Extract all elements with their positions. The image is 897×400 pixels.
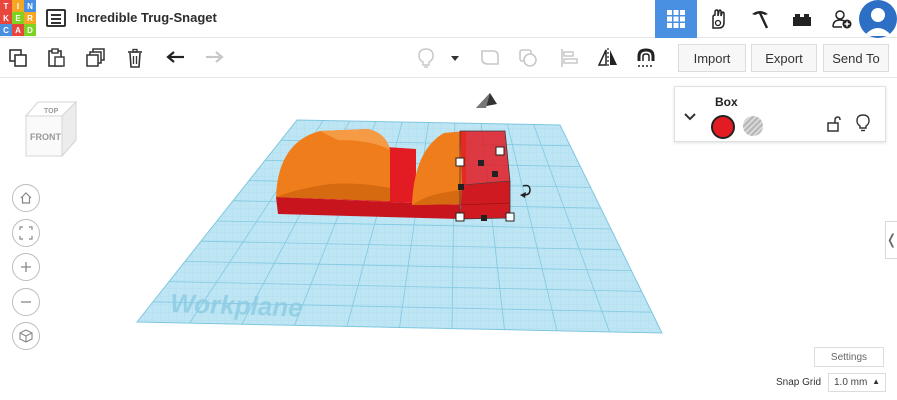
caret-up-icon: ▲ <box>872 377 880 386</box>
zoom-in-button[interactable] <box>12 253 40 281</box>
workplane-label: Workplane <box>170 288 303 323</box>
top-bar: TINKERCAD Incredible Trug-Snaget <box>0 0 897 38</box>
blocks-button[interactable] <box>697 0 739 38</box>
home-view-button[interactable] <box>12 184 40 212</box>
export-button[interactable]: Export <box>751 44 817 72</box>
caret-down-icon <box>451 56 459 61</box>
redo-button[interactable] <box>202 46 226 70</box>
tinkercad-logo[interactable]: TINKERCAD <box>0 0 37 37</box>
solid-color-swatch[interactable] <box>711 115 735 139</box>
home-icon <box>20 192 32 204</box>
group-icon <box>481 50 499 65</box>
undo-button[interactable] <box>164 46 188 70</box>
collapse-chevron-icon[interactable] <box>684 113 696 121</box>
box-shape-middle[interactable] <box>386 147 416 203</box>
lock-icon[interactable] <box>827 116 841 132</box>
send-to-button[interactable]: Send To <box>823 44 889 72</box>
hint-button[interactable] <box>414 46 438 70</box>
hole-swatch[interactable] <box>742 115 764 137</box>
minecraft-button[interactable] <box>739 0 781 38</box>
logo-letter: R <box>24 12 36 24</box>
snap-grid-select[interactable]: 1.0 mm ▲ <box>828 373 886 392</box>
logo-letter: N <box>24 0 36 12</box>
snap-grid-value: 1.0 mm <box>834 377 868 388</box>
shape-name[interactable]: Box <box>715 95 738 109</box>
view-cube-front-label[interactable]: FRONT <box>30 132 61 142</box>
user-avatar-icon <box>864 8 892 36</box>
duplicate-button[interactable] <box>84 46 108 70</box>
undo-icon <box>166 51 184 63</box>
view-cube[interactable]: TOP FRONT <box>22 100 78 160</box>
tinkercad-editor: TINKERCAD Incredible Trug-Snaget Import … <box>0 0 897 400</box>
snap-grid-label: Snap Grid <box>776 377 822 388</box>
cruise-button[interactable] <box>634 46 658 70</box>
design-title[interactable]: Incredible Trug-Snaget <box>76 10 217 25</box>
ortho-view-button[interactable] <box>12 322 40 350</box>
fit-view-button[interactable] <box>12 219 40 247</box>
paste-icon <box>48 48 65 67</box>
logo-letter: I <box>12 0 24 12</box>
logo-letter: C <box>0 24 12 36</box>
menu-icon[interactable] <box>46 9 66 27</box>
shape-inspector: Box <box>674 86 886 142</box>
mirror-icon <box>597 48 617 68</box>
plus-icon <box>21 262 31 272</box>
hint-dropdown[interactable] <box>447 46 463 70</box>
mirror-button[interactable] <box>596 46 620 70</box>
visibility-bulb-icon[interactable] <box>856 114 870 132</box>
lift-cone-icon[interactable] <box>476 93 497 108</box>
logo-letter: A <box>12 24 24 36</box>
bricks-icon <box>793 14 811 26</box>
edit-toolbar: Import Export Send To <box>0 38 897 78</box>
duplicate-icon <box>86 48 105 67</box>
align-icon <box>561 49 578 67</box>
box-shape-selected[interactable] <box>460 131 510 185</box>
align-button[interactable] <box>557 46 581 70</box>
redo-icon <box>206 51 224 63</box>
user-avatar[interactable] <box>859 0 897 38</box>
fit-view-icon <box>19 226 33 240</box>
copy-button[interactable] <box>6 46 30 70</box>
import-button[interactable]: Import <box>678 44 746 72</box>
logo-letter: E <box>12 12 24 24</box>
magnet-icon <box>637 48 655 67</box>
invite-user-button[interactable] <box>823 0 861 38</box>
delete-button[interactable] <box>123 46 147 70</box>
ungroup-button[interactable] <box>516 46 540 70</box>
panel-expand-tab[interactable]: ❬ <box>885 221 897 259</box>
minus-icon <box>21 301 31 303</box>
view-cube-top-label[interactable]: TOP <box>44 108 59 115</box>
zoom-out-button[interactable] <box>12 288 40 316</box>
pickaxe-icon <box>752 11 769 29</box>
copy-icon <box>9 49 27 67</box>
settings-button[interactable]: Settings <box>814 347 884 367</box>
grid-3d-view-icon <box>667 10 685 28</box>
chevron-left-icon: ❬ <box>885 232 897 248</box>
group-button[interactable] <box>478 46 502 70</box>
add-user-icon <box>832 10 852 29</box>
paste-button[interactable] <box>44 46 68 70</box>
logo-letter: T <box>0 0 12 12</box>
3d-view-button[interactable] <box>655 0 697 38</box>
logo-letter: K <box>0 12 12 24</box>
trash-icon <box>128 48 142 68</box>
bricks-button[interactable] <box>781 0 823 38</box>
logo-letter: D <box>24 24 36 36</box>
blocks-hand-icon <box>712 9 725 29</box>
ungroup-icon <box>519 49 537 67</box>
lightbulb-icon <box>418 48 434 68</box>
perspective-cube-icon <box>19 329 33 343</box>
